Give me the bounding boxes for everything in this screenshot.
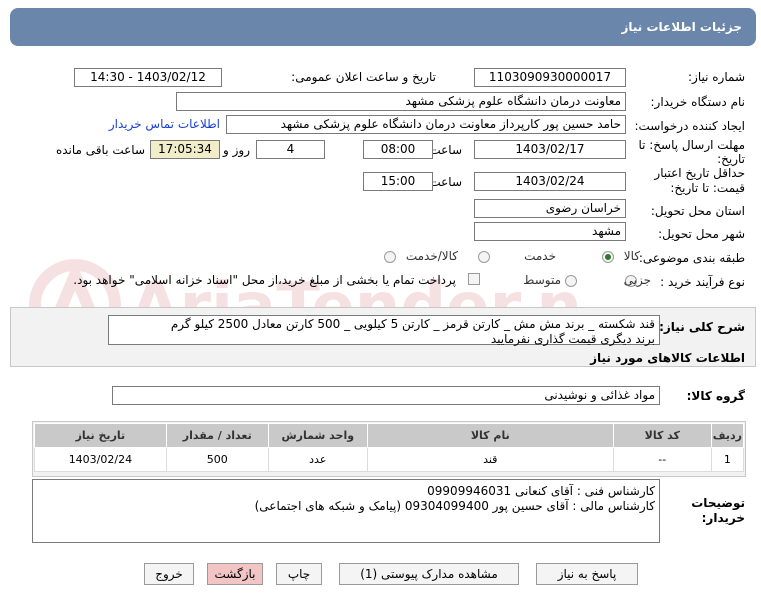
buyer-notes-line2: کارشناس مالی : آقای حسین پور 09304099400… xyxy=(254,499,655,513)
buyer-notes-line1: کارشناس فنی : آقای کنعانی 09909946031 xyxy=(427,484,655,498)
category-goods-label: کالا xyxy=(623,249,640,263)
goods-info-heading: اطلاعات کالاهای مورد نیاز xyxy=(590,351,745,365)
city-label: شهر محل تحویل: xyxy=(658,227,745,241)
validity-hour-label: ساعت xyxy=(429,175,462,189)
treasury-payment-note: پرداخت تمام یا بخشی از مبلغ خرید،از محل … xyxy=(73,273,456,287)
province-label: استان محل تحویل: xyxy=(650,204,745,218)
purchase-partial-label: جزیی xyxy=(623,273,651,287)
buyer-notes-label-line2: خریدار: xyxy=(701,511,745,525)
announce-datetime-field: 1403/02/12 - 14:30 xyxy=(74,68,222,87)
goods-group-label: گروه کالا: xyxy=(686,389,745,403)
col-header-need-date: تاریخ نیاز xyxy=(34,423,167,448)
validity-label-line2: قیمت: تا تاریخ: xyxy=(670,181,745,195)
cell-need-date: 1403/02/24 xyxy=(34,447,167,472)
category-service-label: خدمت xyxy=(524,249,556,263)
table-row: 1 -- قند عدد 500 1403/02/24 xyxy=(34,447,745,472)
reply-deadline-label-line2: تاریخ: xyxy=(717,152,745,166)
buyer-notes-label-line1: توضیحات xyxy=(691,496,745,510)
validity-label-line1: حداقل تاریخ اعتبار xyxy=(654,166,745,180)
reply-hour-label: ساعت xyxy=(429,143,462,157)
validity-time-field: 15:00 xyxy=(363,172,433,191)
general-desc-label: شرح کلی نیاز: xyxy=(659,320,745,334)
reply-time-field: 08:00 xyxy=(363,140,433,159)
remaining-label: ساعت باقی مانده xyxy=(55,143,145,157)
col-header-name: نام کالا xyxy=(366,423,614,448)
category-goods-service-radio[interactable] xyxy=(384,251,396,263)
purchase-medium-radio[interactable] xyxy=(565,275,577,287)
general-desc-line2: برند دیگری قیمت گذاری نفرمایید xyxy=(490,332,655,346)
print-button[interactable]: چاپ xyxy=(276,563,322,585)
treasury-payment-checkbox[interactable] xyxy=(468,273,480,285)
need-number-field: 1103090930000017 xyxy=(474,68,626,87)
items-table: ردیف کد کالا نام کالا واحد شمارش تعداد /… xyxy=(34,423,745,472)
goods-group-field: مواد غذائی و نوشیدنی xyxy=(112,386,660,405)
days-field: 4 xyxy=(256,140,325,159)
cell-unit: عدد xyxy=(267,447,368,472)
attachments-button[interactable]: مشاهده مدارک پیوستی (1) xyxy=(339,563,519,585)
back-button[interactable]: بازگشت xyxy=(207,563,263,585)
col-header-code: کد کالا xyxy=(612,423,712,448)
col-header-quantity: تعداد / مقدار xyxy=(165,423,269,448)
contact-buyer-link[interactable]: اطلاعات تماس خریدار xyxy=(109,117,220,131)
purchase-type-label: نوع فرآیند خرید : xyxy=(660,275,745,289)
page-title: جزئیات اطلاعات نیاز xyxy=(621,20,742,34)
page-header: جزئیات اطلاعات نیاز xyxy=(10,8,756,46)
requester-field: حامد حسین پور کارپرداز معاونت درمان دانش… xyxy=(226,115,626,134)
category-service-radio[interactable] xyxy=(478,251,490,263)
buyer-org-label: نام دستگاه خریدار: xyxy=(650,95,746,109)
cell-quantity: 500 xyxy=(165,447,269,472)
days-and-label: روز و xyxy=(223,143,250,157)
general-desc-box: قند شکسته _ برند مش مش _ کارتن قرمز _ کا… xyxy=(108,315,660,346)
reply-button[interactable]: پاسخ به نیاز xyxy=(536,563,638,585)
announce-datetime-label: تاریخ و ساعت اعلان عمومی: xyxy=(291,70,436,84)
category-goods-radio[interactable] xyxy=(602,251,614,263)
purchase-medium-label: متوسط xyxy=(523,273,561,287)
province-field: خراسان رضوی xyxy=(474,199,626,218)
cell-code: -- xyxy=(612,447,712,472)
category-label: طبقه بندی موضوعی: xyxy=(638,251,745,265)
exit-button[interactable]: خروج xyxy=(144,563,194,585)
cell-row-number: 1 xyxy=(710,447,745,472)
reply-date-field: 1403/02/17 xyxy=(474,140,626,159)
general-desc-line1: قند شکسته _ برند مش مش _ کارتن قرمز _ کا… xyxy=(170,317,655,331)
reply-deadline-label-line1: مهلت ارسال پاسخ: تا xyxy=(638,138,745,152)
city-field: مشهد xyxy=(474,222,626,241)
buyer-notes-box: کارشناس فنی : آقای کنعانی 09909946031 کا… xyxy=(32,479,660,543)
validity-date-field: 1403/02/24 xyxy=(474,172,626,191)
need-number-label: شماره نیاز: xyxy=(688,70,745,84)
requester-label: ایجاد کننده درخواست: xyxy=(634,119,745,133)
col-header-unit: واحد شمارش xyxy=(267,423,368,448)
cell-name: قند xyxy=(366,447,614,472)
category-goods-service-label: کالا/خدمت xyxy=(405,249,458,263)
col-header-row: ردیف xyxy=(710,423,745,448)
buyer-org-field: معاونت درمان دانشگاه علوم پزشکی مشهد xyxy=(176,92,626,111)
remaining-time-field: 17:05:34 xyxy=(150,140,220,159)
